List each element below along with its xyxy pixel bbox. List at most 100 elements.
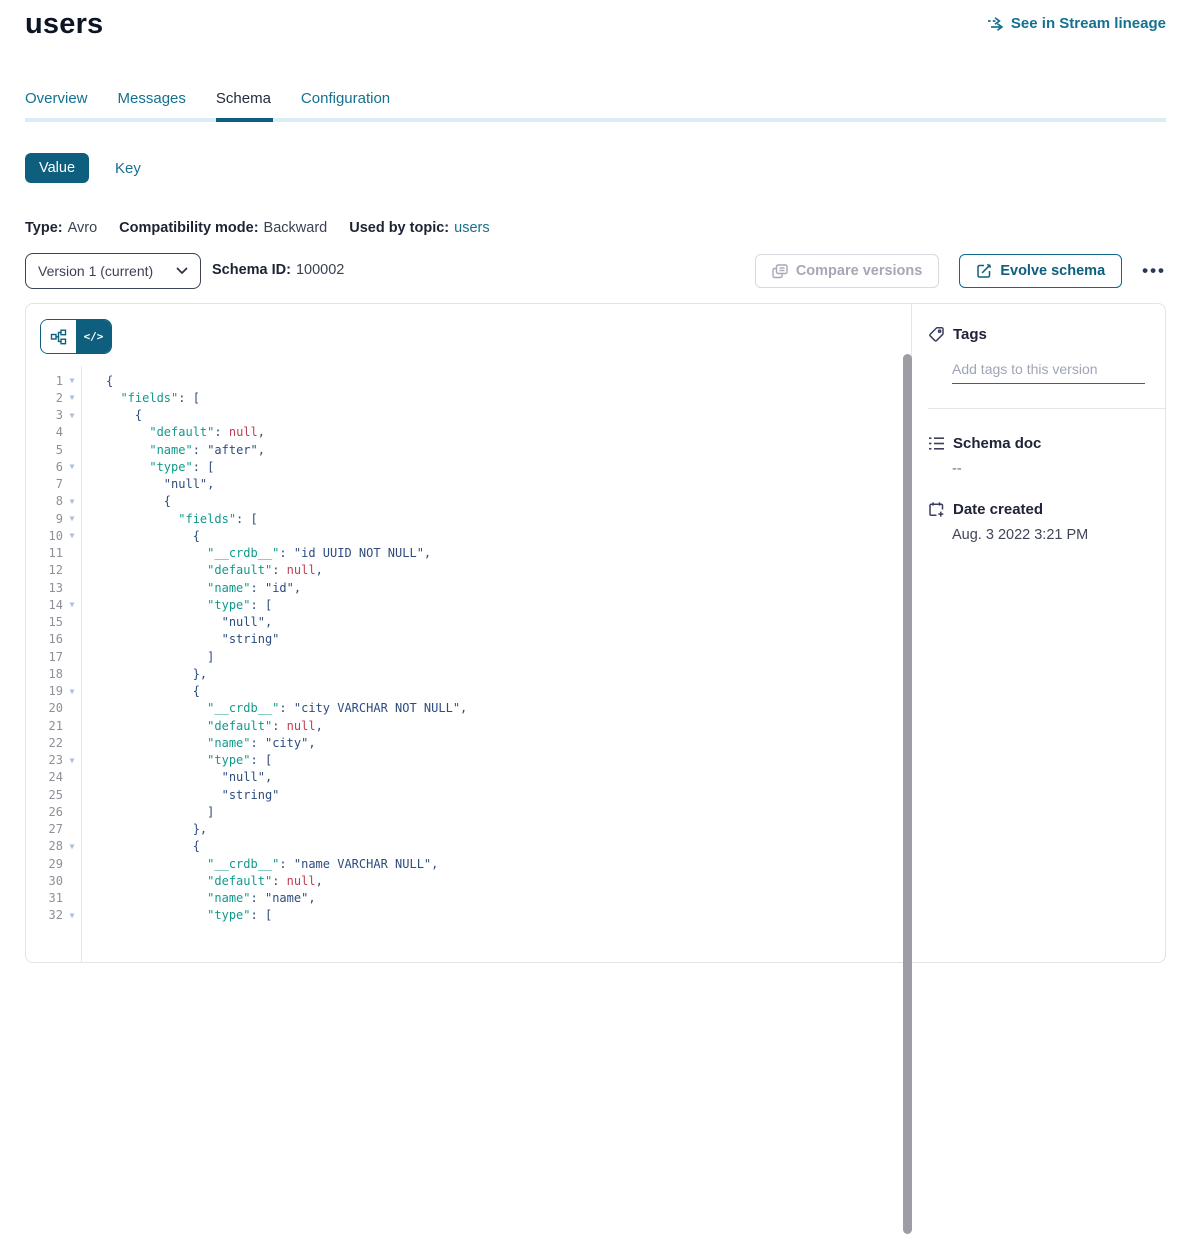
code-line-text: "type": [ xyxy=(81,460,214,474)
fold-arrow-icon[interactable]: ▼ xyxy=(63,510,81,527)
code-line: 28▼ { xyxy=(26,838,911,855)
code-line: 8▼ { xyxy=(26,493,911,510)
line-number: 23 xyxy=(26,753,63,767)
line-number: 14 xyxy=(26,598,63,612)
line-number: 3 xyxy=(26,408,63,422)
fold-arrow-icon[interactable]: ▼ xyxy=(63,838,81,855)
evolve-schema-label: Evolve schema xyxy=(1000,263,1105,279)
code-line-text: "default": null, xyxy=(81,719,323,733)
code-line-text: "name": "id", xyxy=(81,581,301,595)
fold-arrow-icon[interactable]: ▼ xyxy=(63,596,81,613)
line-number: 26 xyxy=(26,805,63,819)
list-icon xyxy=(928,436,945,451)
fold-arrow-icon[interactable]: ▼ xyxy=(63,458,81,475)
schema-sidebar: Tags Schema doc -- xyxy=(912,304,1165,962)
compare-versions-button[interactable]: Compare versions xyxy=(755,254,940,288)
tags-title: Tags xyxy=(953,326,987,343)
fold-arrow-icon[interactable]: ▼ xyxy=(63,389,81,406)
line-number: 12 xyxy=(26,563,63,577)
fold-arrow-icon[interactable]: ▼ xyxy=(63,907,81,924)
compare-versions-icon xyxy=(772,264,788,279)
fold-arrow-icon[interactable]: ▼ xyxy=(63,752,81,769)
compare-versions-label: Compare versions xyxy=(796,263,923,279)
fold-arrow-icon[interactable]: ▼ xyxy=(63,493,81,510)
compatibility-mode-value: Backward xyxy=(264,220,328,236)
version-bar: Version 1 (current) Schema ID:100002 Com… xyxy=(25,253,1166,289)
key-toggle-button[interactable]: Key xyxy=(115,160,141,177)
line-number: 24 xyxy=(26,770,63,784)
code-line: 32▼ "type": [ xyxy=(26,907,911,924)
more-actions-menu[interactable]: ••• xyxy=(1142,254,1166,288)
sidebar-divider xyxy=(928,408,1165,409)
code-line: 15 "null", xyxy=(26,614,911,631)
tree-view-button[interactable] xyxy=(41,320,76,353)
value-toggle-button[interactable]: Value xyxy=(25,153,89,183)
evolve-schema-button[interactable]: Evolve schema xyxy=(959,254,1122,288)
code-line-text: { xyxy=(81,529,200,543)
code-line: 1▼{ xyxy=(26,372,911,389)
code-line-text: "name": "name", xyxy=(81,891,316,905)
code-line-text: "fields": [ xyxy=(81,391,200,405)
code-line: 17 ] xyxy=(26,648,911,665)
code-line: 13 "name": "id", xyxy=(26,579,911,596)
code-line: 25 "string" xyxy=(26,786,911,803)
used-by-topic-label: Used by topic: xyxy=(349,220,449,236)
code-line-text: "type": [ xyxy=(81,598,272,612)
stream-lineage-link[interactable]: See in Stream lineage xyxy=(987,15,1166,32)
stream-lineage-label: See in Stream lineage xyxy=(1011,15,1166,32)
line-number: 32 xyxy=(26,908,63,922)
code-line: 12 "default": null, xyxy=(26,562,911,579)
editor-scrollbar[interactable] xyxy=(903,354,912,1234)
fold-arrow-icon[interactable]: ▼ xyxy=(63,407,81,424)
schema-panel: </> 1▼{2▼ "fields": [3▼ {4 "default": nu… xyxy=(25,303,1166,963)
line-number: 10 xyxy=(26,529,63,543)
schema-doc-value: -- xyxy=(952,461,1145,477)
code-line-text: ] xyxy=(81,650,214,664)
code-line: 14▼ "type": [ xyxy=(26,596,911,613)
code-content[interactable]: 1▼{2▼ "fields": [3▼ {4 "default": null,5… xyxy=(26,372,911,924)
code-line: 23▼ "type": [ xyxy=(26,752,911,769)
code-line-text: ] xyxy=(81,805,214,819)
tab-active-indicator xyxy=(216,118,273,122)
code-view-button[interactable]: </> xyxy=(76,320,111,353)
fold-arrow-icon[interactable]: ▼ xyxy=(63,683,81,700)
tab-bar: Overview Messages Schema Configuration xyxy=(25,90,390,121)
line-number: 19 xyxy=(26,684,63,698)
edit-pencil-icon xyxy=(976,263,992,279)
tab-schema[interactable]: Schema xyxy=(216,90,271,121)
code-line: 3▼ { xyxy=(26,407,911,424)
code-line-text: "default": null, xyxy=(81,563,323,577)
topic-link[interactable]: users xyxy=(454,220,489,236)
tags-input[interactable] xyxy=(952,359,1145,384)
code-line: 24 "null", xyxy=(26,769,911,786)
schema-type-value: Avro xyxy=(68,220,98,236)
code-line-text: "name": "city", xyxy=(81,736,316,750)
schema-editor[interactable]: </> 1▼{2▼ "fields": [3▼ {4 "default": nu… xyxy=(26,304,912,962)
chevron-down-icon xyxy=(176,267,188,275)
code-line-text: "string" xyxy=(81,788,279,802)
line-number: 18 xyxy=(26,667,63,681)
code-line-text: "name": "after", xyxy=(81,443,265,457)
tab-configuration[interactable]: Configuration xyxy=(301,90,390,121)
code-line-text: { xyxy=(81,408,142,422)
fold-arrow-icon[interactable]: ▼ xyxy=(63,372,81,389)
fold-arrow-icon[interactable]: ▼ xyxy=(63,527,81,544)
tab-messages[interactable]: Messages xyxy=(118,90,186,121)
code-line-text: { xyxy=(81,494,171,508)
code-line: 27 }, xyxy=(26,821,911,838)
version-select-value: Version 1 (current) xyxy=(38,263,176,279)
code-line: 19▼ { xyxy=(26,683,911,700)
schema-id-value: 100002 xyxy=(296,262,344,278)
line-number: 21 xyxy=(26,719,63,733)
code-line-text: "__crdb__": "city VARCHAR NOT NULL", xyxy=(81,701,467,715)
tab-overview[interactable]: Overview xyxy=(25,90,88,121)
used-by-topic: Used by topic: users xyxy=(349,220,489,236)
code-line-text: "string" xyxy=(81,632,279,646)
code-line-text: "type": [ xyxy=(81,908,272,922)
code-line-text: "null", xyxy=(81,615,272,629)
schema-id: Schema ID:100002 xyxy=(212,262,344,278)
code-line: 2▼ "fields": [ xyxy=(26,389,911,406)
line-number: 27 xyxy=(26,822,63,836)
version-select[interactable]: Version 1 (current) xyxy=(25,253,201,289)
compatibility-mode-label: Compatibility mode: xyxy=(119,220,258,236)
